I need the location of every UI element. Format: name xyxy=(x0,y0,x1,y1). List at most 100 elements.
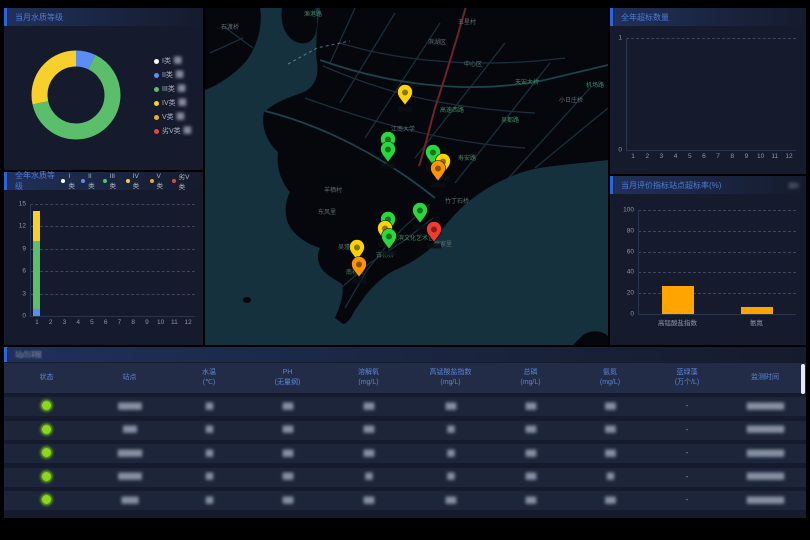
cell-氨氮: ██ xyxy=(570,474,650,480)
map-label: 机场路 xyxy=(586,81,604,89)
pin-hole xyxy=(417,208,423,214)
col-header-PH: PH(无量纲) xyxy=(248,368,327,389)
table-row[interactable]: ████ ███████████████████-█████ ██████ xyxy=(4,444,806,463)
legend-label: III类 xyxy=(110,173,121,190)
panel-title-bar: 站点详报 xyxy=(4,347,806,362)
station-pin-green-9[interactable] xyxy=(382,229,397,256)
legend-value: ██ xyxy=(179,100,186,106)
col-header-高锰酸盐指数: 高锰酸盐指数(mg/L) xyxy=(410,368,491,389)
col-header-监测时间: 监测时间 xyxy=(724,373,806,384)
col-header-总磷: 总磷(mg/L) xyxy=(491,368,570,389)
y-axis-line xyxy=(638,210,639,314)
station-pin-orange-12[interactable] xyxy=(352,257,367,284)
legend-dot xyxy=(126,179,130,183)
col-label: 蓝绿藻 xyxy=(650,368,724,379)
x-tick-2: 2 xyxy=(640,153,654,160)
x-tick-6: 6 xyxy=(99,319,113,326)
table-row[interactable]: ██████████████████████-█████ ██████ xyxy=(4,491,806,510)
legend-item-IV类[interactable]: IV类██ xyxy=(154,98,190,108)
gridline-1 xyxy=(626,38,796,39)
y-tick-0: 0 xyxy=(602,147,622,154)
legend-item-III类[interactable]: III类██ xyxy=(154,84,190,94)
cell-监测时间: █████ ██████ xyxy=(724,451,806,457)
rules-link[interactable]: 规则 xyxy=(788,181,798,190)
col-unit: (mg/L) xyxy=(570,378,650,389)
legend-item-V类[interactable]: V类██ xyxy=(154,112,190,122)
table-scrollbar[interactable] xyxy=(801,364,805,394)
cell-蓝绿藻: - xyxy=(650,403,724,410)
panel-station-table: 站点详报 状态站点水温(℃)PH(无量纲)溶解氧(mg/L)高锰酸盐指数(mg/… xyxy=(4,347,806,518)
station-pin-red-10[interactable] xyxy=(427,222,442,249)
legend-item-I类[interactable]: I类██ xyxy=(154,56,190,66)
status-cell xyxy=(4,400,89,413)
station-pin-green-6[interactable] xyxy=(413,203,428,230)
station-pin-orange-5[interactable] xyxy=(431,161,446,188)
cell-站点: ████ xyxy=(89,427,170,433)
panel-title-bar: 全年超标数量 xyxy=(610,8,806,26)
legend-item-IV类[interactable]: IV类 xyxy=(126,173,145,190)
cell-高锰酸盐指数: ███ xyxy=(410,404,491,410)
col-label: 高锰酸盐指数 xyxy=(410,368,491,379)
legend-label: IV类 xyxy=(162,98,176,108)
panel-title: 站点详报 xyxy=(15,349,41,360)
legend-item-劣V类[interactable]: 劣V类██ xyxy=(154,126,190,136)
gridline-3 xyxy=(30,294,195,295)
cell-总磷: ███ xyxy=(491,474,570,480)
y-axis-line xyxy=(30,204,31,316)
legend-label: 劣V类 xyxy=(179,171,195,191)
map-label: 五星村 xyxy=(458,18,476,26)
x-tick-3: 3 xyxy=(654,153,668,160)
status-cell xyxy=(4,424,89,437)
legend-item-III类[interactable]: III类 xyxy=(103,173,121,190)
pin-hole xyxy=(430,150,436,156)
pin-hole xyxy=(354,245,360,251)
table-row[interactable]: █████████████████████-█████ ██████ xyxy=(4,468,806,487)
table-row[interactable]: ████████████████████████-█████ ██████ xyxy=(4,397,806,416)
month-rate-chart: 020406080100高锰酸盐指数氨氮 xyxy=(638,210,796,314)
x-tick-12: 12 xyxy=(181,319,195,326)
stack-seg-IV类-m1 xyxy=(33,211,40,241)
table-row[interactable]: ████████████████████-█████ ██████ xyxy=(4,421,806,440)
x-tick-7: 7 xyxy=(113,319,127,326)
pin-label xyxy=(381,164,395,169)
legend-item-V类[interactable]: V类 xyxy=(150,173,167,190)
donut-chart xyxy=(28,47,124,143)
cell-PH: ███ xyxy=(248,451,327,457)
cell-PH: ███ xyxy=(248,427,327,433)
map[interactable]: 石渡桥渔港路五星村滨湖区中心区天安大桥机场路小日庄桥吴都路高速西路江南大学寿安路… xyxy=(205,8,608,345)
legend-item-II类[interactable]: II类██ xyxy=(154,70,190,80)
legend-value: ██ xyxy=(178,86,185,92)
legend-item-I类[interactable]: I类 xyxy=(61,173,76,190)
legend-label: III类 xyxy=(162,84,175,94)
y-tick-80: 80 xyxy=(614,227,634,234)
station-pin-green-2[interactable] xyxy=(381,142,396,169)
col-unit: (无量纲) xyxy=(248,378,327,389)
map-canvas: 石渡桥渔港路五星村滨湖区中心区天安大桥机场路小日庄桥吴都路高速西路江南大学寿安路… xyxy=(205,8,608,345)
station-pin-yellow-0[interactable] xyxy=(398,85,413,112)
map-label: 天安大桥 xyxy=(515,78,539,86)
legend-dot xyxy=(61,179,65,183)
cell-监测时间: █████ ██████ xyxy=(724,404,806,410)
legend-dot xyxy=(154,101,159,106)
status-cell xyxy=(4,447,89,460)
cell-溶解氧: ███ xyxy=(327,498,410,504)
panel-title-bar: 当月水质等级 xyxy=(4,8,203,26)
legend-item-II类[interactable]: II类 xyxy=(81,173,97,190)
x-tick-6: 6 xyxy=(697,153,711,160)
legend-value: ██ xyxy=(174,58,181,64)
gridline-60 xyxy=(638,252,796,253)
cell-站点: ███████ xyxy=(89,474,170,480)
x-tick-1: 1 xyxy=(30,319,44,326)
gridline-12 xyxy=(30,226,195,227)
col-label: 溶解氧 xyxy=(327,368,410,379)
legend-item-劣V类[interactable]: 劣V类 xyxy=(172,171,195,191)
cell-站点: █████ xyxy=(89,498,170,504)
map-label: 中心区 xyxy=(464,60,482,68)
gridline-0 xyxy=(626,150,796,151)
x-tick-9: 9 xyxy=(140,319,154,326)
legend-dot xyxy=(103,179,107,183)
panel-title: 当月评价指标站点超标率(%) xyxy=(621,180,721,191)
gridline-15 xyxy=(30,204,195,205)
col-header-状态: 状态 xyxy=(4,373,89,384)
pin-hole xyxy=(356,262,362,268)
